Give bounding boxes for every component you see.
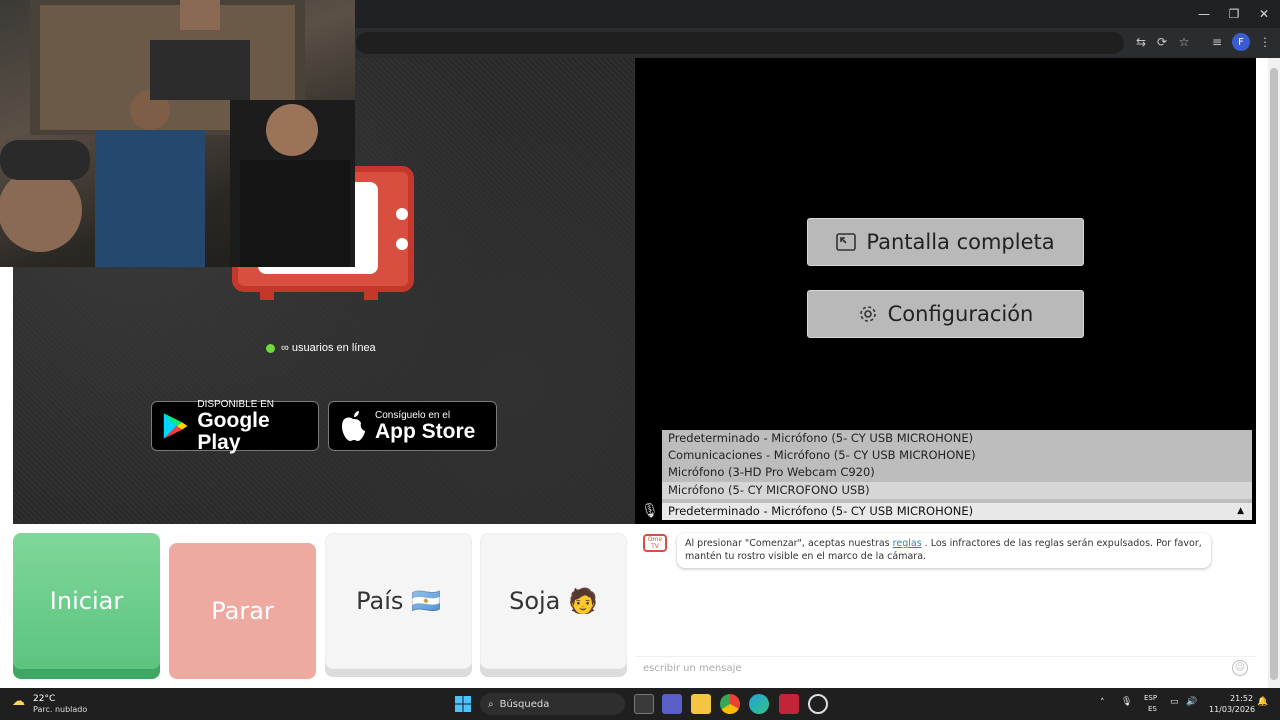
edge-icon[interactable] <box>749 694 769 714</box>
fullscreen-icon <box>836 233 857 251</box>
clock-time[interactable]: 21:52 <box>1230 694 1253 703</box>
omnibox[interactable] <box>356 32 1124 54</box>
microphone-select[interactable]: Predeterminado - Micrófono (5- CY USB MI… <box>662 503 1252 520</box>
weather-icon[interactable]: ☁ <box>12 694 30 710</box>
gear-icon <box>859 306 876 322</box>
tray-chevron-icon[interactable]: ˄ <box>1100 698 1105 708</box>
app-store-button[interactable]: Consíguelo en el App Store <box>328 401 497 451</box>
scrollbar-thumb[interactable] <box>1270 68 1278 680</box>
reading-list-icon[interactable]: ≡ <box>1208 33 1226 51</box>
profile-avatar[interactable]: F <box>1232 33 1250 51</box>
search-icon: ⌕ <box>488 698 494 710</box>
mic-selected-value: Predeterminado - Micrófono (5- CY USB MI… <box>668 504 974 518</box>
online-status-dot <box>266 343 275 353</box>
mic-option[interactable]: Micrófono (3-HD Pro Webcam C920) <box>662 464 1252 481</box>
cast-icon[interactable]: ⟳ <box>1153 33 1171 51</box>
online-users-indicator: ∞ usuarios en línea <box>266 340 376 356</box>
close-window-button[interactable]: ✕ <box>1248 0 1280 28</box>
translate-icon[interactable]: ⇆ <box>1132 33 1150 51</box>
fullscreen-label: Pantalla completa <box>866 230 1055 254</box>
mic-option[interactable]: Comunicaciones - Micrófono (5- CY USB MI… <box>662 447 1252 464</box>
gender-filter-button[interactable]: Soja 🧑 <box>480 533 627 669</box>
logo-leg <box>364 290 378 300</box>
file-explorer-icon[interactable] <box>691 694 711 714</box>
app-circle-icon[interactable] <box>808 694 828 714</box>
logo-leg <box>260 290 274 300</box>
microphone-icon: 🎙 <box>641 503 659 519</box>
start-button[interactable]: Iniciar <box>13 533 160 669</box>
settings-button[interactable]: Configuración <box>807 290 1084 338</box>
self-webcam-preview <box>0 0 355 267</box>
teams-icon[interactable] <box>662 694 682 714</box>
stop-button[interactable]: Parar <box>169 543 316 679</box>
google-play-icon <box>163 413 188 439</box>
volume-icon[interactable]: 🔊 <box>1186 697 1197 707</box>
online-users-text: ∞ usuarios en línea <box>281 342 376 354</box>
chrome-icon[interactable] <box>720 694 740 714</box>
google-play-small: DISPONIBLE EN <box>197 398 275 410</box>
app-store-text: Consíguelo en el App Store <box>375 410 475 443</box>
app-store-big: App Store <box>375 419 476 443</box>
minimize-button[interactable]: — <box>1188 0 1220 28</box>
chevron-up-icon: ▲ <box>1237 506 1244 516</box>
emoji-icon[interactable]: ☺ <box>1232 660 1248 676</box>
fullscreen-button[interactable]: Pantalla completa <box>807 218 1084 266</box>
message-text-start: Al presionar "Comenzar", aceptas nuestra… <box>685 538 893 549</box>
weather-temperature[interactable]: 22°C <box>33 694 55 704</box>
google-play-big: Google Play <box>197 408 270 454</box>
apple-icon <box>342 411 365 441</box>
mic-option[interactable]: Predeterminado - Micrófono (5- CY USB MI… <box>662 430 1252 447</box>
weather-description[interactable]: Parc. nublado <box>33 705 87 714</box>
language-bottom[interactable]: ES <box>1148 705 1157 713</box>
logo-knob <box>396 238 408 250</box>
bookmark-star-icon[interactable]: ☆ <box>1175 33 1193 51</box>
taskbar-search[interactable]: ⌕ Búsqueda <box>480 693 625 715</box>
app-red-icon[interactable] <box>779 694 799 714</box>
country-filter-button[interactable]: País 🇦🇷 <box>325 533 472 669</box>
chat-message-input[interactable]: escribir un mensaje <box>635 656 1256 680</box>
mic-option-hovered[interactable]: Micrófono (5- CY MICROFONO USB) <box>662 482 1252 499</box>
app-store-small: Consíguelo en el <box>375 409 451 421</box>
language-top[interactable]: ESP <box>1144 694 1157 702</box>
clock-date[interactable]: 11/03/2026 <box>1209 705 1255 714</box>
microphone-options-list: Predeterminado - Micrófono (5- CY USB MI… <box>662 430 1252 503</box>
google-play-button[interactable]: DISPONIBLE EN Google Play <box>151 399 319 454</box>
google-play-text: DISPONIBLE EN Google Play <box>197 399 308 454</box>
page-scrollbar[interactable] <box>1268 58 1280 688</box>
ometv-avatar-icon: Ome TV <box>643 534 667 552</box>
restore-button[interactable]: ❐ <box>1218 0 1250 28</box>
task-view-icon[interactable] <box>634 694 654 714</box>
rules-link[interactable]: reglas <box>893 538 922 549</box>
tray-mic-icon[interactable]: 🎙 <box>1121 697 1132 707</box>
network-icon[interactable]: ▭ <box>1170 697 1179 707</box>
settings-label: Configuración <box>887 302 1034 326</box>
windows-start-icon[interactable] <box>455 696 471 712</box>
search-label: Búsqueda <box>499 698 550 710</box>
webcam-scene <box>0 0 355 267</box>
logo-knob <box>396 208 408 220</box>
browser-menu-icon[interactable]: ⋮ <box>1256 33 1274 51</box>
system-message: Al presionar "Comenzar", aceptas nuestra… <box>677 533 1211 568</box>
notification-bell-icon[interactable]: 🔔 <box>1257 697 1268 707</box>
